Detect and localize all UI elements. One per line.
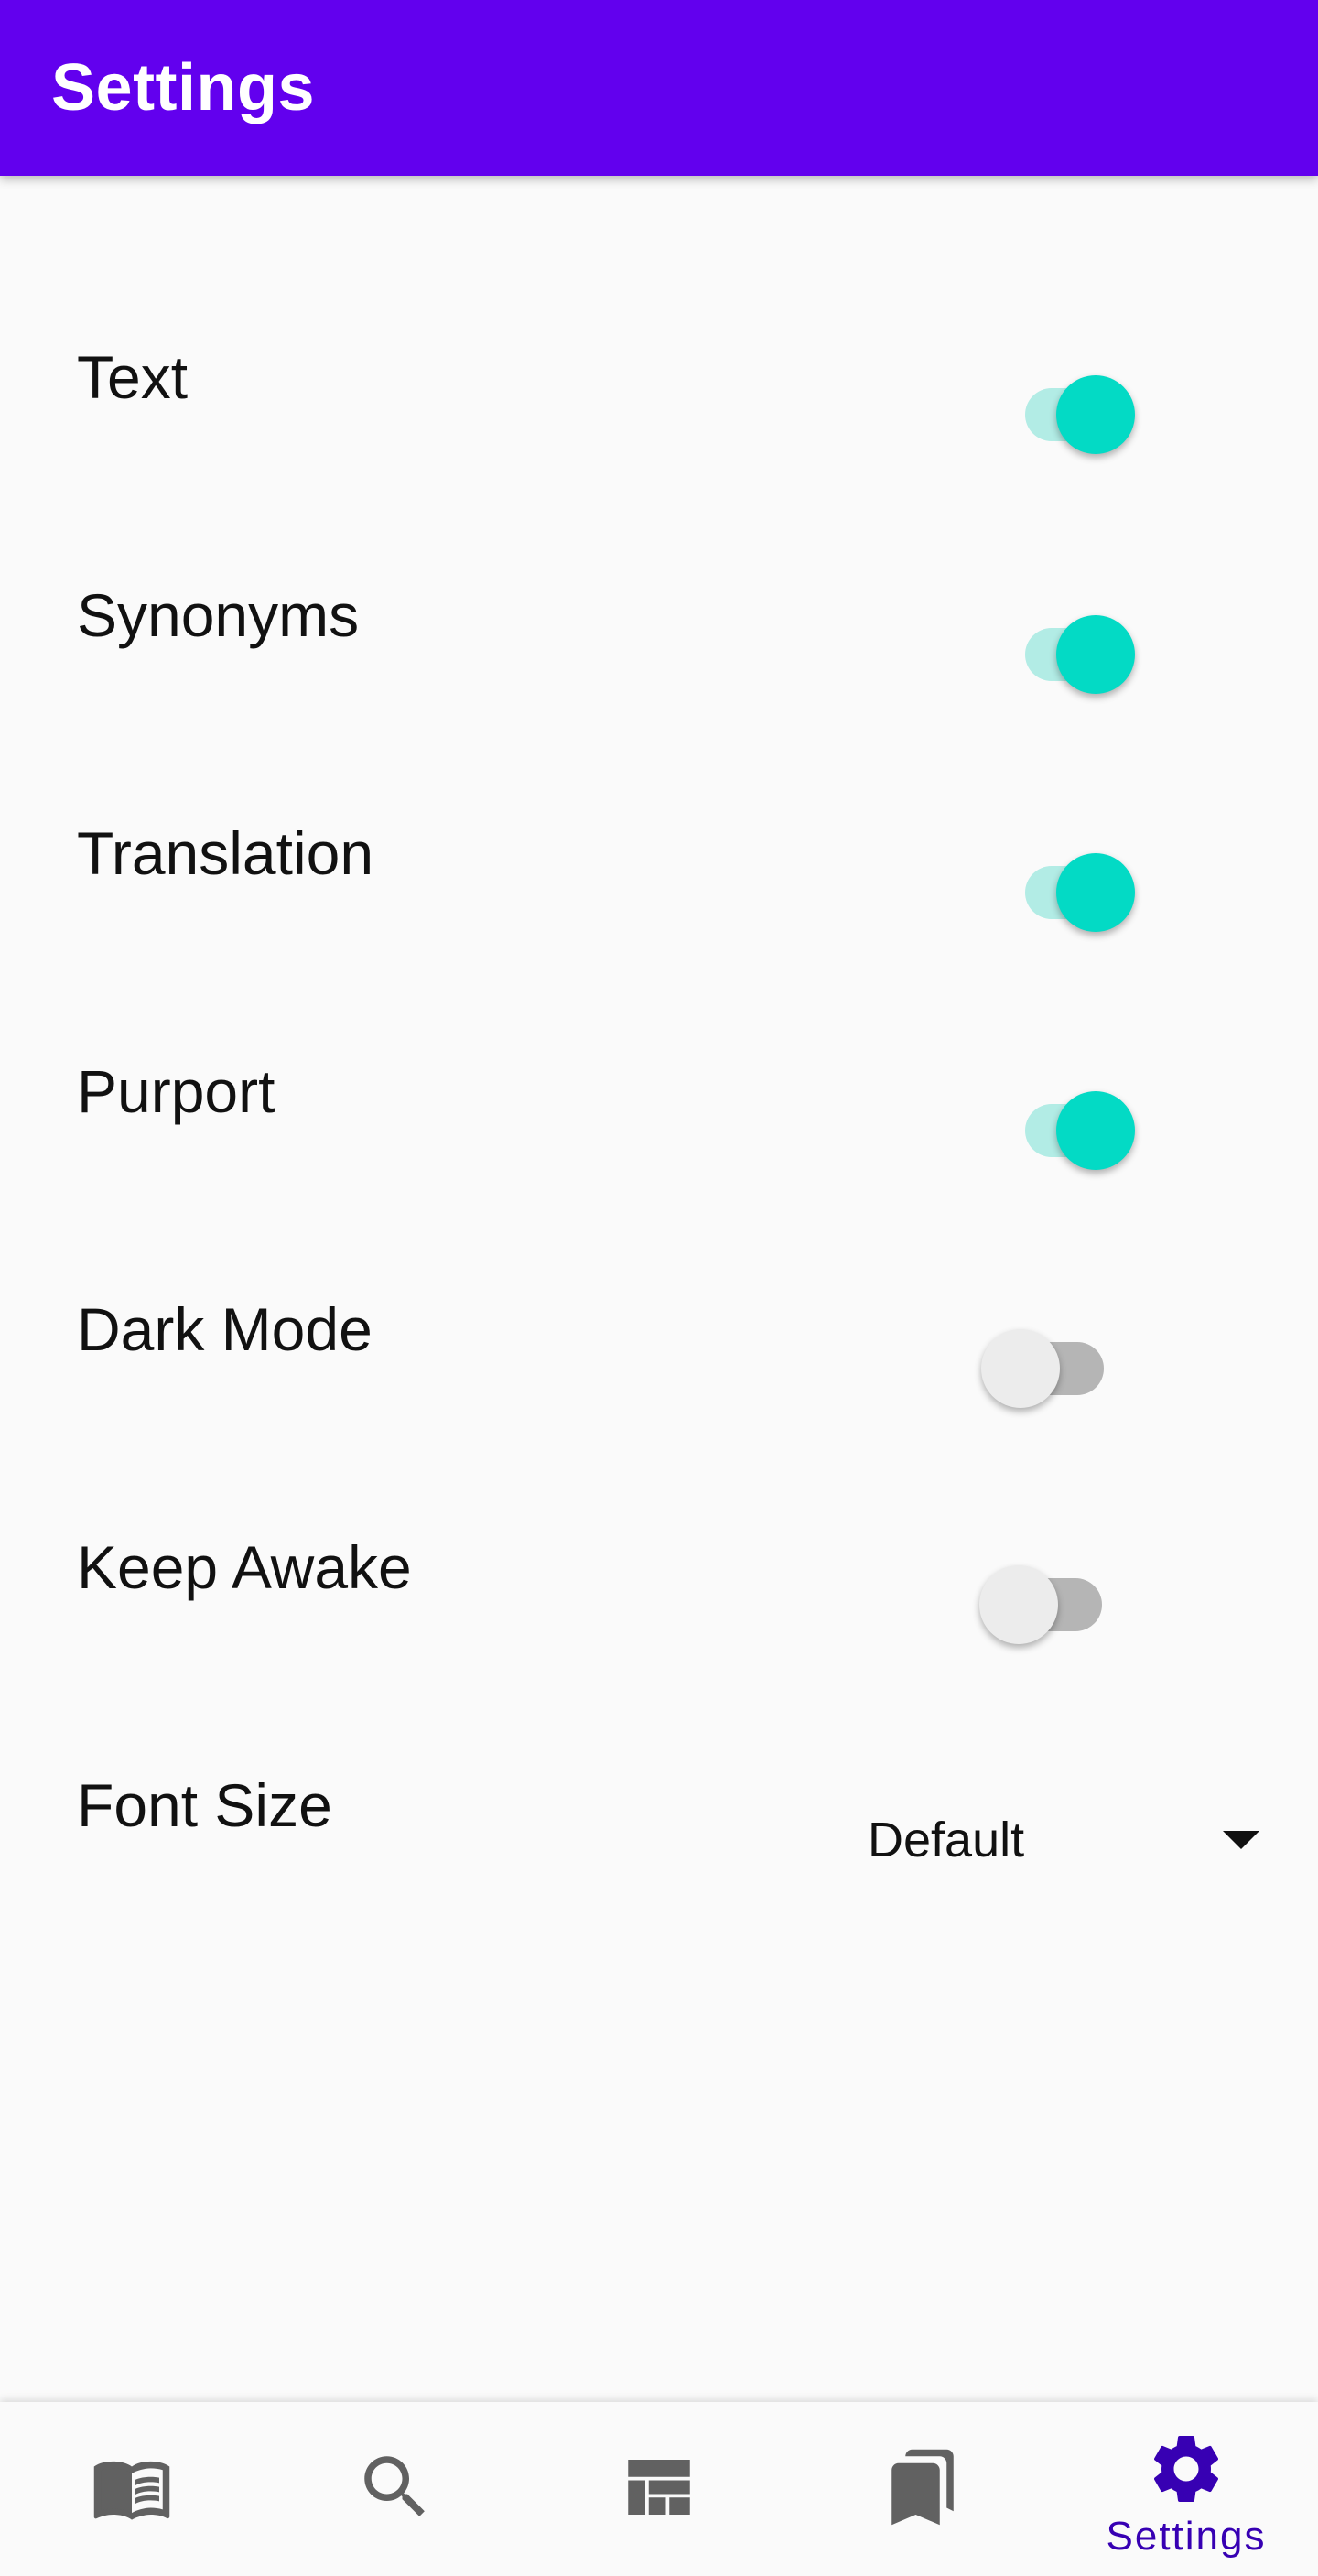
setting-row-font-size: Font Size Default (0, 1769, 1318, 1952)
switch-thumb (1056, 375, 1135, 454)
app-bar: Settings (0, 0, 1318, 176)
bookmarks-icon (891, 2449, 954, 2526)
setting-label-text: Text (77, 343, 189, 411)
setting-label-translation: Translation (77, 819, 374, 887)
search-icon (364, 2456, 425, 2516)
setting-row-keep-awake: Keep Awake (0, 1531, 1318, 1714)
setting-label-purport: Purport (77, 1057, 275, 1125)
setting-label-synonyms: Synonyms (77, 581, 360, 649)
purport-toggle[interactable] (998, 1077, 1135, 1170)
nav-item-dashboard[interactable] (527, 2402, 791, 2576)
gear-icon (1153, 2436, 1219, 2502)
font-size-dropdown[interactable]: Default (860, 1796, 1272, 1888)
switch-thumb (1056, 1091, 1135, 1170)
synonyms-toggle[interactable] (998, 601, 1135, 694)
nav-item-read[interactable] (0, 2402, 264, 2576)
setting-label-dark-mode: Dark Mode (77, 1295, 373, 1363)
switch-thumb (1056, 615, 1135, 694)
dashboard-icon (628, 2460, 690, 2515)
font-size-selected-value: Default (868, 1813, 1025, 1867)
switch-thumb (979, 1565, 1058, 1644)
nav-item-settings[interactable]: Settings (1054, 2402, 1318, 2576)
switch-thumb (981, 1329, 1060, 1408)
translation-toggle[interactable] (998, 839, 1135, 932)
text-toggle[interactable] (998, 361, 1135, 454)
setting-row-translation: Translation (0, 817, 1318, 1000)
settings-screen: Settings Text Synonyms Translation Purpo… (0, 0, 1318, 2576)
nav-item-bookmarks[interactable] (791, 2402, 1054, 2576)
bottom-navigation: Settings (0, 2402, 1318, 2576)
setting-row-dark-mode: Dark Mode (0, 1293, 1318, 1476)
nav-item-search[interactable] (264, 2402, 527, 2576)
switch-thumb (1056, 853, 1135, 932)
page-title: Settings (51, 51, 316, 124)
keep-awake-toggle[interactable] (979, 1551, 1117, 1644)
book-icon (93, 2461, 170, 2520)
nav-label-settings: Settings (1106, 2514, 1267, 2559)
dark-mode-toggle[interactable] (981, 1315, 1118, 1408)
setting-row-synonyms: Synonyms (0, 579, 1318, 762)
dropdown-arrow-icon (1223, 1831, 1259, 1849)
setting-row-text: Text (0, 341, 1318, 524)
setting-row-purport: Purport (0, 1055, 1318, 1238)
setting-label-font-size: Font Size (77, 1771, 332, 1839)
setting-label-keep-awake: Keep Awake (77, 1533, 412, 1601)
